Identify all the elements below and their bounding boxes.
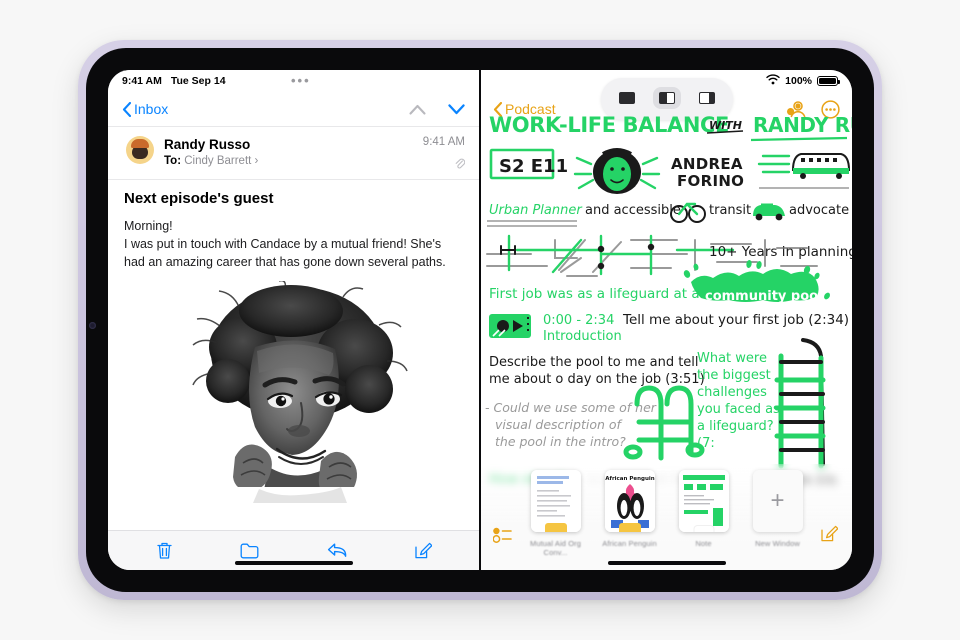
battery-percent-label: 100% — [785, 75, 812, 87]
split-view-icon — [658, 92, 675, 104]
note-guest-name-2: FORINO — [677, 172, 744, 190]
svg-text:African Penguin: African Penguin — [605, 476, 654, 482]
note-grey-a: - Could we use some of her — [485, 400, 657, 415]
note-question-3-e: a lifeguard? — [697, 419, 774, 434]
shelf-item-african-penguin[interactable]: African Penguin African Penguin — [601, 470, 659, 548]
shelf-item-label: New Window — [755, 539, 800, 548]
mail-navigation-bar: Inbox — [108, 92, 479, 126]
note-question-3-d: you faced as — [697, 402, 780, 417]
message-greeting: Morning! — [124, 218, 173, 233]
note-tagline-4: advocate — [789, 203, 849, 218]
recipient-line[interactable]: To: Cindy Barrett › — [164, 154, 413, 170]
note-tagline-2: and accessible — [585, 203, 681, 218]
note-question-3-c: challenges — [697, 385, 767, 400]
note-chapter-title: Introduction — [543, 329, 622, 344]
note-thumb-text — [530, 470, 581, 532]
to-prefix: To: — [164, 155, 182, 168]
shelf-item-label: Note — [695, 539, 712, 548]
new-note-compose-icon[interactable] — [820, 525, 839, 548]
note-pool-highlight-text: community pool — [705, 289, 823, 304]
shelf-item-new-window[interactable]: + New Window — [749, 470, 807, 548]
status-date: Tue Sep 14 — [170, 75, 226, 87]
message-paragraph: I was put in touch with Candace by a mut… — [124, 236, 446, 269]
message-nav-arrows — [409, 103, 465, 115]
home-indicator — [607, 561, 726, 565]
train-doodle — [757, 153, 851, 189]
ipad-device-frame: 9:41 AM Tue Sep 14 ••• Inbox Randy Russo… — [78, 40, 882, 600]
sender-info: Randy Russo To: Cindy Barrett › — [164, 136, 413, 170]
note-thumb-penguin: African Penguin — [604, 470, 655, 532]
note-question-3-b: the biggest — [697, 368, 771, 383]
note-title-host: RANDY RUSSO — [753, 113, 852, 137]
chevron-left-icon — [122, 101, 131, 117]
message-time: 9:41 AM — [422, 136, 465, 148]
portrait-photo — [172, 280, 415, 503]
pool-ladder-doodle — [623, 385, 705, 461]
recipient-chevron-icon: › — [254, 155, 259, 168]
home-indicator — [234, 561, 353, 565]
note-grey-c: the pool in the intro? — [495, 434, 626, 449]
note-chapter-time: 0:00 - 2:34 — [543, 313, 614, 328]
guest-portrait-doodle — [573, 148, 661, 194]
paperclip-icon — [455, 157, 466, 173]
car-doodle — [753, 203, 785, 221]
recipient-name: Cindy Barrett — [184, 155, 252, 168]
note-tagline-1: Urban Planner — [489, 203, 583, 218]
message-body: Next episode's guest Morning! I was put … — [108, 178, 479, 503]
status-time: 9:41 AM — [122, 75, 162, 87]
shelf-item-mutual-aid[interactable]: Mutual Aid Org Conv... — [527, 470, 585, 558]
shelf-item-label: Mutual Aid Org Conv... — [529, 539, 581, 558]
note-title-with: WITH — [709, 119, 742, 132]
note-tagline-3: transit — [709, 203, 751, 218]
sender-name: Randy Russo — [164, 137, 251, 152]
message-header[interactable]: Randy Russo To: Cindy Barrett › 9:41 AM — [108, 126, 479, 179]
ipad-screen: 9:41 AM Tue Sep 14 ••• Inbox Randy Russo… — [108, 70, 852, 570]
note-title-main: WORK-LIFE BALANCE — [489, 113, 729, 137]
note-question-3-a: What were — [697, 351, 767, 366]
front-camera-icon — [89, 322, 96, 329]
folder-icon[interactable] — [240, 542, 260, 559]
compose-pencil-icon[interactable] — [414, 542, 432, 560]
note-episode-badge: S2 E11 — [499, 156, 568, 177]
note-grey-b: visual description of — [495, 417, 623, 432]
note-lifeguard-line: First job was as a lifeguard at a — [489, 286, 700, 302]
battery-full-icon — [817, 76, 840, 86]
note-question-2-b: me about o day on the job (3:51) — [489, 372, 705, 387]
note-guest-name-1: ANDREA — [671, 155, 743, 173]
multitasking-dots-handle[interactable]: ••• — [291, 74, 311, 88]
message-attachment-photo[interactable] — [124, 280, 463, 503]
note-years: 10+ Years in planning — [709, 244, 852, 260]
lifeguard-chair-doodle — [774, 338, 826, 469]
message-subject: Next episode's guest — [124, 189, 274, 207]
chevron-down-icon[interactable] — [448, 103, 465, 115]
full-screen-icon — [618, 92, 635, 104]
slide-over-icon — [698, 92, 715, 104]
trash-icon[interactable] — [156, 541, 173, 560]
notes-app-pane: 100% Podcast WORK-LIFE BALANCE WITH RAND… — [481, 70, 852, 570]
wifi-icon — [766, 74, 780, 88]
back-to-inbox-button[interactable]: Inbox — [122, 101, 168, 117]
device-screen-bezel: 9:41 AM Tue Sep 14 ••• Inbox Randy Russo… — [86, 48, 874, 592]
note-question-2-a: Describe the pool to me and tell — [489, 355, 699, 370]
app-shelf: Mutual Aid Org Conv... African Penguin A… — [481, 464, 852, 570]
shelf-item-note[interactable]: Note — [675, 470, 733, 548]
plus-icon: + — [752, 470, 803, 532]
note-thumb-green — [678, 470, 729, 532]
mail-status-bar: 9:41 AM Tue Sep 14 ••• — [108, 70, 479, 92]
avatar — [126, 136, 154, 164]
mail-app-pane: 9:41 AM Tue Sep 14 ••• Inbox Randy Russo… — [108, 70, 481, 570]
back-label: Inbox — [134, 101, 169, 117]
audio-clip-doodle — [489, 314, 531, 338]
reply-arrow-icon[interactable] — [327, 542, 347, 559]
shelf-item-label: African Penguin — [602, 539, 657, 548]
chevron-up-icon[interactable] — [409, 104, 426, 115]
note-question-1: Tell me about your first job (2:34) — [622, 312, 849, 328]
notes-list-icon[interactable] — [492, 527, 513, 548]
